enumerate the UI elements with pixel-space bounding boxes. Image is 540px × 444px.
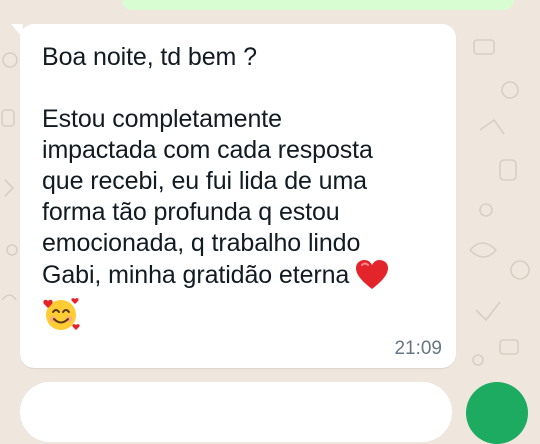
mic-send-button[interactable] bbox=[466, 382, 528, 444]
message-line: emocionada, q trabalho lindo bbox=[42, 229, 361, 257]
smiling-face-with-hearts-icon bbox=[43, 298, 80, 330]
bubble-tail bbox=[11, 24, 23, 38]
message-line: forma tão profunda q estou bbox=[42, 198, 340, 226]
previous-sent-message-bubble bbox=[122, 0, 514, 10]
message-line: Gabi, minha gratidão eterna bbox=[42, 261, 350, 289]
message-text: Boa noite, td bem ? Estou completamente … bbox=[42, 42, 442, 333]
message-line: impactada com cada resposta bbox=[42, 136, 373, 164]
message-timestamp: 21:09 bbox=[394, 338, 442, 359]
message-line: Boa noite, td bem ? bbox=[42, 43, 257, 71]
message-input-bar[interactable] bbox=[20, 382, 452, 442]
message-line: Estou completamente bbox=[42, 105, 282, 133]
received-message-bubble[interactable]: Boa noite, td bem ? Estou completamente … bbox=[11, 24, 456, 368]
message-line: que recebi, eu fui lida de uma bbox=[42, 167, 367, 195]
red-heart-icon bbox=[356, 260, 389, 289]
